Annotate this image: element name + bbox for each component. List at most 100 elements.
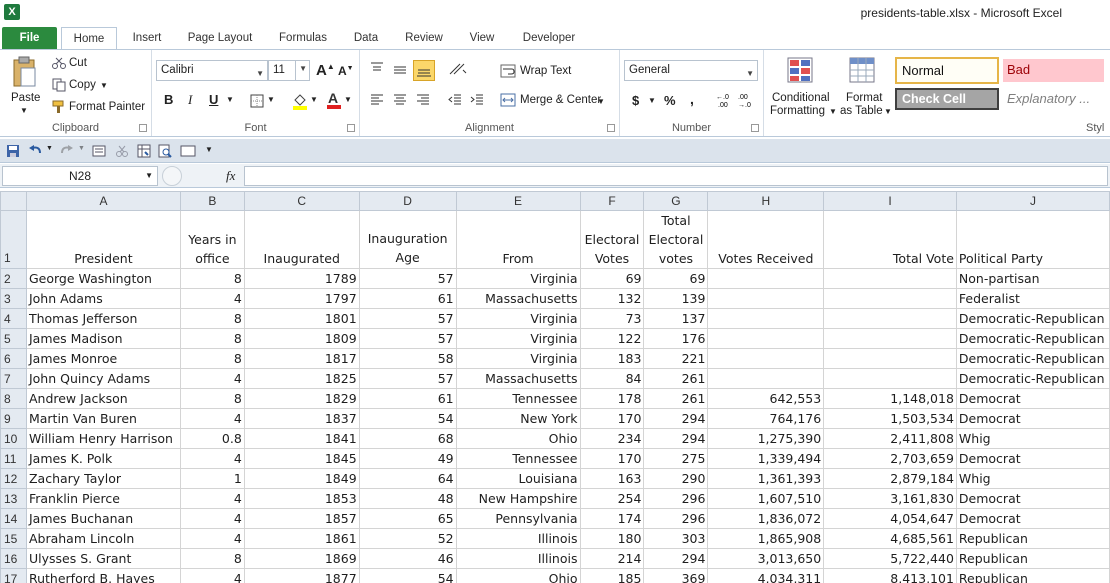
cell-b[interactable]: 4 — [179, 368, 245, 389]
cell-h[interactable] — [707, 288, 825, 309]
cell-f[interactable]: 132 — [579, 288, 645, 309]
row-header[interactable]: 7 — [0, 368, 27, 389]
cell-d[interactable]: 49 — [358, 448, 457, 469]
cell-b[interactable]: 4 — [179, 408, 245, 429]
align-bottom-icon[interactable] — [413, 60, 435, 81]
row-header[interactable]: 16 — [0, 548, 27, 569]
paste-button[interactable]: Paste — [11, 92, 40, 104]
cell-g[interactable]: 139 — [643, 288, 709, 309]
cell-h[interactable]: 1,836,072 — [707, 508, 825, 529]
cell-j[interactable]: Whig — [955, 428, 1110, 449]
align-right-icon[interactable] — [416, 94, 430, 109]
copy-button[interactable]: Copy — [69, 79, 96, 91]
excel-icon[interactable]: X — [4, 4, 20, 20]
underline-dropdown-icon[interactable]: ▼ — [226, 95, 234, 104]
cell-g[interactable]: 176 — [643, 328, 709, 349]
column-header-b[interactable]: B — [179, 191, 245, 211]
cell-h[interactable]: 4,034,311 — [707, 568, 825, 583]
cell-b[interactable]: 4 — [179, 448, 245, 469]
cell-i[interactable] — [823, 348, 957, 369]
cell-c[interactable]: 1869 — [243, 548, 360, 569]
cell-e[interactable]: Ohio — [455, 428, 581, 449]
pivot-table-icon[interactable] — [137, 144, 151, 161]
increase-decimal-icon[interactable]: ←.0.00 — [716, 91, 734, 112]
cell-b[interactable]: 8 — [179, 268, 245, 289]
cell-a[interactable]: James K. Polk — [25, 448, 181, 469]
cell-a[interactable]: John Quincy Adams — [25, 368, 181, 389]
currency-button[interactable]: $ — [632, 93, 639, 108]
cell-f[interactable]: 163 — [579, 468, 645, 489]
cell-c[interactable]: 1817 — [243, 348, 360, 369]
cell-b[interactable]: 8 — [179, 548, 245, 569]
cell-b[interactable]: 8 — [179, 348, 245, 369]
cell-b[interactable]: 8 — [179, 308, 245, 329]
formula-bar-handle-icon[interactable] — [162, 166, 182, 186]
cell-c[interactable]: 1861 — [243, 528, 360, 549]
cell-h[interactable]: 1,361,393 — [707, 468, 825, 489]
merge-center-button[interactable]: Merge & Center — [520, 94, 601, 106]
cell-j[interactable]: Democrat — [955, 508, 1110, 529]
cell-j[interactable]: Republican — [955, 568, 1110, 583]
cell-f[interactable]: 183 — [579, 348, 645, 369]
cell-d[interactable]: 58 — [358, 348, 457, 369]
cell-c[interactable]: 1825 — [243, 368, 360, 389]
cell-j[interactable]: Democrat — [955, 408, 1110, 429]
cell-d[interactable]: 65 — [358, 508, 457, 529]
row-header[interactable]: 13 — [0, 488, 27, 509]
cell-b[interactable]: 1 — [179, 468, 245, 489]
cell-a[interactable]: James Monroe — [25, 348, 181, 369]
cell-b1[interactable]: Years in office — [179, 210, 245, 269]
cell-a[interactable]: Abraham Lincoln — [25, 528, 181, 549]
cell-f[interactable]: 185 — [579, 568, 645, 583]
font-size-dropdown[interactable]: ▼ — [296, 60, 310, 81]
clipboard-launcher-icon[interactable] — [139, 124, 147, 132]
cell-c[interactable]: 1801 — [243, 308, 360, 329]
conditional-dropdown-icon[interactable]: ▼ — [829, 107, 837, 116]
cell-h[interactable] — [707, 328, 825, 349]
font-size-select[interactable]: 11 — [268, 60, 296, 81]
cell-f[interactable]: 254 — [579, 488, 645, 509]
cell-e[interactable]: Virginia — [455, 308, 581, 329]
font-launcher-icon[interactable] — [347, 124, 355, 132]
cell-f[interactable]: 170 — [579, 448, 645, 469]
cell-c[interactable]: 1789 — [243, 268, 360, 289]
format-painter-button[interactable]: Format Painter — [69, 101, 145, 113]
comma-button[interactable]: , — [690, 91, 694, 107]
cell-d[interactable]: 61 — [358, 288, 457, 309]
cell-i[interactable]: 4,054,647 — [823, 508, 957, 529]
cell-j1[interactable]: Political Party — [955, 210, 1110, 269]
bold-button[interactable]: B — [164, 92, 173, 107]
cell-j[interactable]: Democratic-Republican — [955, 348, 1110, 369]
cell-b[interactable]: 4 — [179, 568, 245, 583]
cell-g[interactable]: 137 — [643, 308, 709, 329]
align-center-icon[interactable] — [393, 94, 407, 109]
cell-a[interactable]: George Washington — [25, 268, 181, 289]
format-as-table-line1[interactable]: Format — [846, 92, 882, 104]
decrease-indent-icon[interactable] — [448, 94, 462, 109]
row-header[interactable]: 3 — [0, 288, 27, 309]
cell-g[interactable]: 369 — [643, 568, 709, 583]
formula-input[interactable] — [244, 166, 1108, 186]
cell-c[interactable]: 1845 — [243, 448, 360, 469]
cell-j[interactable]: Democrat — [955, 388, 1110, 409]
cell-h[interactable]: 1,275,390 — [707, 428, 825, 449]
cell-i[interactable] — [823, 328, 957, 349]
cell-f[interactable]: 234 — [579, 428, 645, 449]
cell-f[interactable]: 122 — [579, 328, 645, 349]
cell-i[interactable]: 8,413,101 — [823, 568, 957, 583]
cell-j[interactable]: Non-partisan — [955, 268, 1110, 289]
cell-h[interactable] — [707, 268, 825, 289]
italic-button[interactable]: I — [188, 92, 192, 108]
cell-j[interactable]: Republican — [955, 528, 1110, 549]
cell-f[interactable]: 180 — [579, 528, 645, 549]
align-middle-icon[interactable] — [393, 64, 407, 79]
form-icon[interactable] — [92, 144, 106, 161]
cell-a[interactable]: William Henry Harrison — [25, 428, 181, 449]
cell-g[interactable]: 261 — [643, 368, 709, 389]
row-header[interactable]: 12 — [0, 468, 27, 489]
cell-e[interactable]: Massachusetts — [455, 368, 581, 389]
cell-e[interactable]: Virginia — [455, 328, 581, 349]
cell-e[interactable]: New York — [455, 408, 581, 429]
cell-c[interactable]: 1877 — [243, 568, 360, 583]
cell-d[interactable]: 57 — [358, 308, 457, 329]
